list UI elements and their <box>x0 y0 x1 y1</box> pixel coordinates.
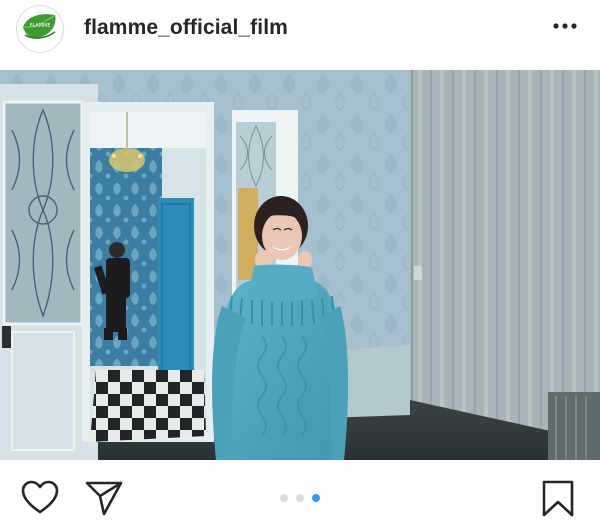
share-button[interactable] <box>84 478 124 518</box>
photo-image <box>0 70 600 460</box>
instagram-post: FLAMME flamme_official_film <box>0 0 600 518</box>
carousel-dot[interactable] <box>312 494 320 502</box>
like-button[interactable] <box>20 478 60 518</box>
bookmark-icon <box>542 480 574 517</box>
avatar[interactable]: FLAMME <box>16 5 64 53</box>
username[interactable]: flamme_official_film <box>84 16 288 40</box>
post-header: FLAMME flamme_official_film <box>0 0 600 60</box>
carousel-dot[interactable] <box>280 494 288 502</box>
more-options-button[interactable] <box>548 16 582 36</box>
paper-plane-icon <box>85 481 123 516</box>
more-horizontal-icon <box>553 23 577 29</box>
save-button[interactable] <box>538 478 578 518</box>
leaf-logo-icon: FLAMME <box>17 6 63 52</box>
post-photo[interactable] <box>0 70 600 460</box>
heart-icon <box>21 480 59 514</box>
carousel-dot[interactable] <box>296 494 304 502</box>
avatar-logo-text: FLAMME <box>30 23 51 29</box>
